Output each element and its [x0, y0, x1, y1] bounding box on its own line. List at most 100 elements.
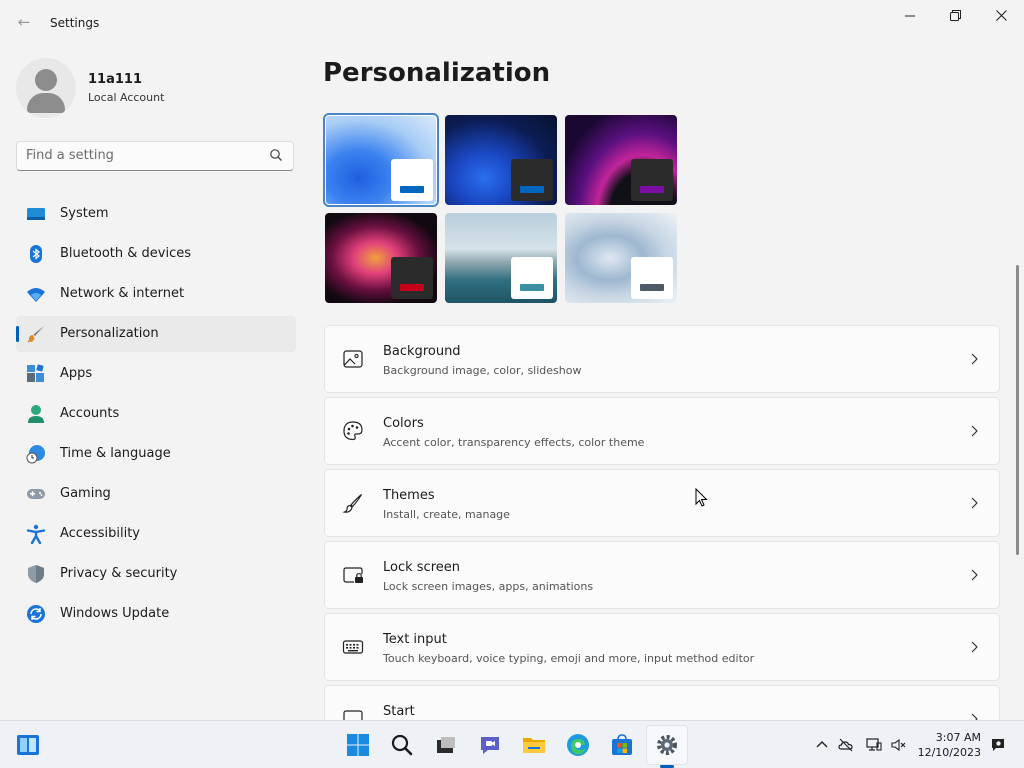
chevron-right-icon [971, 353, 978, 365]
sidebar-item-system[interactable]: System [16, 196, 296, 232]
search-box[interactable] [16, 141, 294, 171]
sidebar-item-privacy-security[interactable]: Privacy & security [16, 556, 296, 592]
card-subtitle: Background image, color, slideshow [383, 364, 582, 377]
text-input-card[interactable]: Text input Touch keyboard, voice typing,… [324, 613, 1000, 681]
task-view-icon[interactable] [434, 733, 458, 757]
brush-icon [27, 326, 44, 343]
sidebar-item-personalization[interactable]: Personalization [16, 316, 296, 352]
chevron-right-icon [971, 497, 978, 509]
theme-thumbnail-windows-light[interactable] [323, 113, 439, 207]
avatar [16, 58, 76, 118]
minimize-icon [905, 15, 915, 17]
sidebar-nav: System Bluetooth & devices Network & int… [16, 196, 296, 636]
account-type: Local Account [88, 91, 165, 104]
card-title: Lock screen [383, 560, 460, 575]
notification-icon[interactable] [990, 737, 1006, 753]
themes-card[interactable]: Themes Install, create, manage [324, 469, 1000, 537]
sidebar-item-gaming[interactable]: Gaming [16, 476, 296, 512]
card-title: Background [383, 344, 461, 359]
network-icon[interactable] [866, 737, 882, 753]
back-arrow-icon[interactable]: ← [14, 12, 34, 32]
sidebar-item-label: Privacy & security [60, 566, 178, 581]
wifi-icon [27, 288, 45, 302]
chat-icon[interactable] [478, 733, 502, 757]
sidebar-item-windows-update[interactable]: Windows Update [16, 596, 296, 632]
settings-cards: Background Background image, color, slid… [324, 325, 1000, 757]
sidebar-item-label: Time & language [60, 446, 171, 461]
restore-icon [949, 10, 961, 21]
background-card[interactable]: Background Background image, color, slid… [324, 325, 1000, 393]
minimize-button[interactable] [887, 6, 933, 28]
sidebar-item-accounts[interactable]: Accounts [16, 396, 296, 432]
taskbar-clock[interactable]: 3:07 AM 12/10/2023 [915, 730, 981, 760]
brush-icon [342, 494, 363, 513]
chevron-up-icon[interactable] [814, 737, 830, 753]
lock-screen-icon [343, 567, 363, 583]
title-bar: ← Settings [0, 0, 1024, 48]
chevron-right-icon [971, 641, 978, 653]
close-button[interactable] [978, 6, 1024, 28]
update-icon [27, 605, 45, 623]
theme-thumbnail-sunrise[interactable] [445, 213, 557, 303]
sidebar-item-label: Gaming [60, 486, 111, 501]
card-subtitle: Touch keyboard, voice typing, emoji and … [383, 652, 755, 665]
theme-thumbnail-captured-motion[interactable] [325, 213, 437, 303]
sidebar-item-accessibility[interactable]: Accessibility [16, 516, 296, 552]
sidebar-item-bluetooth[interactable]: Bluetooth & devices [16, 236, 296, 272]
apps-icon [27, 364, 44, 382]
user-name: 11a111 [88, 72, 142, 87]
search-icon[interactable] [390, 733, 414, 757]
volume-muted-icon[interactable] [890, 737, 906, 753]
store-icon[interactable] [610, 733, 634, 757]
theme-thumbnail-windows-dark[interactable] [445, 115, 557, 205]
theme-thumbnail-glow[interactable] [565, 115, 677, 205]
card-title: Text input [383, 632, 447, 647]
card-title: Start [383, 704, 415, 719]
start-button-icon[interactable] [346, 733, 370, 757]
picture-icon [343, 350, 363, 368]
clock-date: 12/10/2023 [917, 746, 981, 759]
mouse-cursor-icon [695, 488, 708, 507]
card-title: Themes [383, 488, 435, 503]
sidebar-item-label: Network & internet [60, 286, 185, 301]
sidebar-item-network[interactable]: Network & internet [16, 276, 296, 312]
keyboard-icon [342, 640, 364, 654]
sidebar-item-label: System [60, 206, 109, 221]
sidebar-item-apps[interactable]: Apps [16, 356, 296, 392]
theme-gallery [323, 113, 685, 305]
card-title: Colors [383, 416, 424, 431]
clock-globe-icon [26, 445, 45, 464]
theme-thumbnail-flow[interactable] [565, 213, 677, 303]
taskbar: 3:07 AM 12/10/2023 [0, 720, 1024, 768]
colors-card[interactable]: Colors Accent color, transparency effect… [324, 397, 1000, 465]
search-input[interactable] [26, 148, 256, 163]
shield-icon [28, 565, 44, 583]
card-subtitle: Install, create, manage [383, 508, 510, 521]
palette-icon [343, 421, 363, 441]
onedrive-icon[interactable] [838, 737, 854, 753]
restore-button[interactable] [932, 6, 978, 28]
accessibility-icon [26, 524, 46, 544]
chevron-right-icon [971, 425, 978, 437]
card-subtitle: Accent color, transparency effects, colo… [383, 436, 645, 449]
sidebar-item-label: Apps [60, 366, 93, 381]
settings-gear-icon[interactable] [655, 733, 679, 757]
lock-screen-card[interactable]: Lock screen Lock screen images, apps, an… [324, 541, 1000, 609]
gamepad-icon [27, 489, 45, 499]
card-subtitle: Lock screen images, apps, animations [383, 580, 594, 593]
system-icon [27, 208, 45, 220]
search-icon[interactable] [269, 148, 283, 164]
bluetooth-icon [30, 245, 42, 263]
edge-browser-icon[interactable] [566, 733, 590, 757]
chevron-right-icon [971, 569, 978, 581]
sidebar-item-label: Windows Update [60, 606, 170, 621]
sidebar-item-label: Personalization [60, 326, 159, 341]
widgets-icon[interactable] [16, 733, 40, 757]
sidebar-item-label: Bluetooth & devices [60, 246, 191, 261]
clock-time: 3:07 AM [935, 731, 981, 744]
sidebar-item-time-language[interactable]: Time & language [16, 436, 296, 472]
close-icon [995, 10, 1007, 21]
file-explorer-icon[interactable] [522, 733, 546, 757]
scrollbar-thumb[interactable] [1016, 265, 1019, 555]
user-profile[interactable]: 11a111 Local Account [16, 58, 296, 118]
